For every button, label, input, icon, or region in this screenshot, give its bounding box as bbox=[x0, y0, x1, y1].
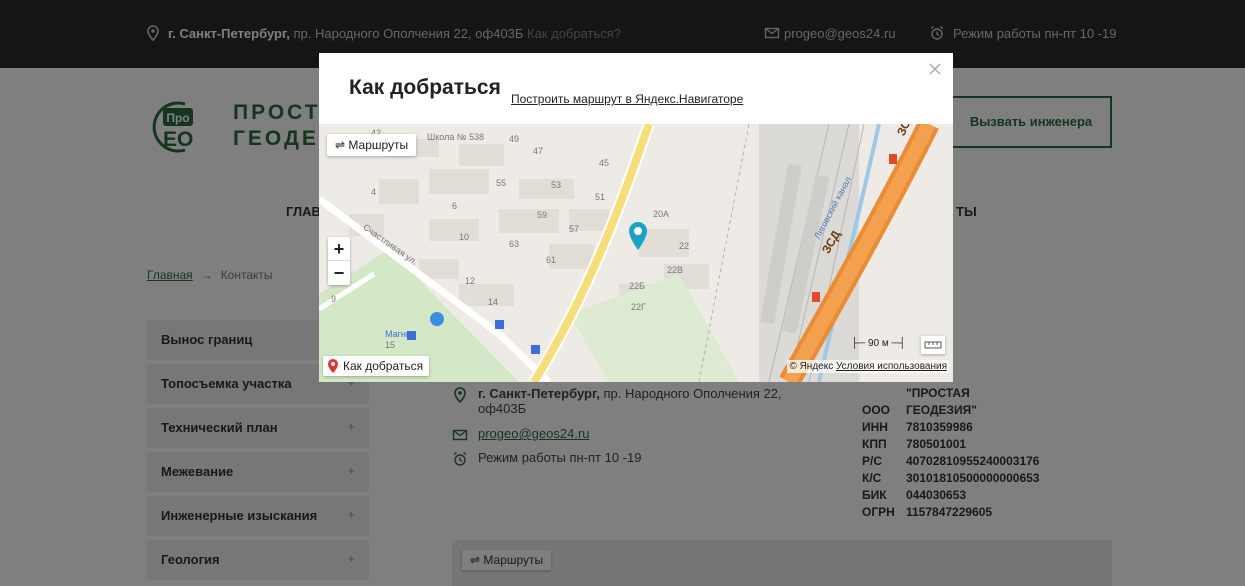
red-pin-icon bbox=[328, 359, 338, 373]
directions-modal: Как добраться Построить маршрут в Яндекс… bbox=[319, 53, 953, 382]
map-house-number: 6 bbox=[452, 201, 458, 211]
map-house-number: 55 bbox=[496, 178, 507, 188]
yandex-map[interactable]: Школа № 538 Счастливая ул. Лиговский кан… bbox=[319, 124, 953, 382]
map-house-number: 59 bbox=[537, 210, 548, 220]
map-house-number: 49 bbox=[509, 134, 520, 144]
map-house-number: 57 bbox=[569, 224, 580, 234]
yandex-navigator-link[interactable]: Построить маршрут в Яндекс.Навигаторе bbox=[511, 92, 743, 106]
map-how-to-get-button[interactable]: Как добраться bbox=[323, 356, 430, 376]
map-house-number: 20А bbox=[653, 209, 670, 219]
map-how-to-get-label: Как добраться bbox=[343, 359, 424, 373]
map-house-number: 14 bbox=[488, 297, 499, 307]
map-zoom-control: + − bbox=[328, 237, 350, 285]
map-house-number: 12 bbox=[465, 276, 476, 286]
map-house-number: 63 bbox=[509, 239, 520, 249]
ruler-icon[interactable] bbox=[921, 336, 945, 354]
map-house-number: 15 bbox=[385, 340, 396, 350]
map-house-number: 9 bbox=[331, 294, 337, 304]
map-house-number: 22Г bbox=[631, 302, 646, 312]
map-routes-button[interactable]: ⇌ Маршруты bbox=[327, 134, 417, 156]
map-routes-label: Маршруты bbox=[348, 138, 409, 152]
terms-of-use-link[interactable]: Условия использования bbox=[836, 361, 947, 372]
map-house-number: 22Б bbox=[629, 281, 645, 291]
location-marker-icon[interactable] bbox=[627, 221, 649, 251]
map-house-number: 22В bbox=[667, 265, 684, 275]
shop-poi-icon[interactable] bbox=[430, 312, 444, 326]
map-label-shop: Магнит bbox=[385, 329, 416, 339]
zoom-in-button[interactable]: + bbox=[328, 237, 350, 261]
zoom-out-button[interactable]: − bbox=[328, 261, 350, 285]
map-house-number: 47 bbox=[533, 146, 544, 156]
map-house-number: 61 bbox=[546, 255, 557, 265]
map-house-number: 45 bbox=[599, 158, 610, 168]
map-house-number: 4 bbox=[371, 187, 377, 197]
map-house-number: 53 bbox=[551, 180, 562, 190]
map-scale-value: 90 м bbox=[867, 338, 889, 349]
map-house-number: 22 bbox=[679, 241, 690, 251]
yandex-copyright: © Яндекс bbox=[789, 361, 834, 372]
map-house-number: 10 bbox=[459, 232, 470, 242]
route-icon: ⇌ bbox=[335, 138, 346, 152]
map-copyright: © Яндекс Условия использования bbox=[787, 360, 949, 373]
map-scale: ├─ 90 м ─┤ bbox=[851, 338, 906, 349]
map-house-number: 51 bbox=[595, 192, 606, 202]
modal-title: Как добраться bbox=[349, 76, 501, 99]
close-icon[interactable] bbox=[927, 61, 943, 77]
map-label-school: Школа № 538 bbox=[427, 132, 485, 142]
